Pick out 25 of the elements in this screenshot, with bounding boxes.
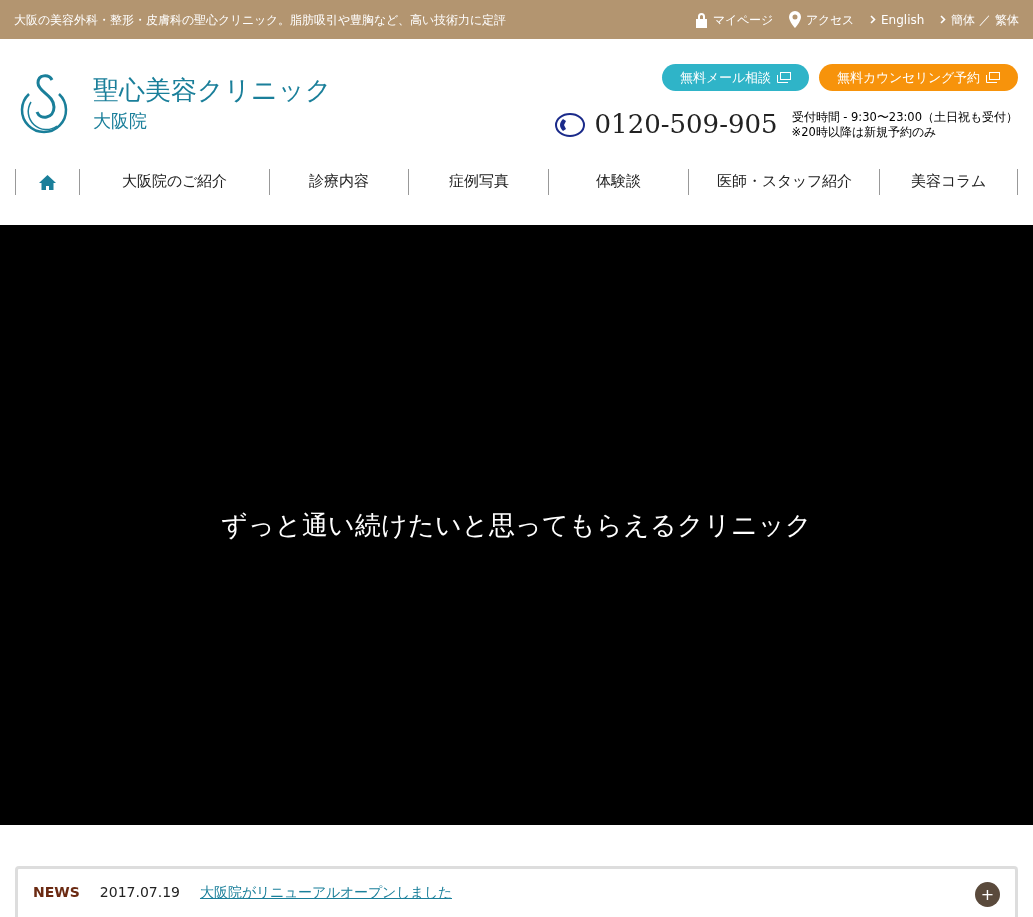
news-date: 2017.07.19 <box>99 883 180 902</box>
branch-name: 大阪院 <box>93 108 148 133</box>
chevron-right-icon <box>870 15 876 24</box>
nav-link[interactable]: 医師・スタッフ紹介 <box>716 171 852 193</box>
new-window-icon <box>777 72 791 83</box>
nav-link[interactable]: 大阪院のご紹介 <box>122 171 227 193</box>
tagline: 大阪の美容外科・整形・皮膚科の聖心クリニック。脂肪吸引や豊胸など、高い技術力に定評 <box>14 11 506 29</box>
reception-hours: 受付時間 - 9:30〜23:00（土日祝も受付） <box>791 109 1018 125</box>
chevron-right-icon <box>940 15 947 24</box>
location-pin-icon <box>789 11 801 28</box>
new-window-icon <box>986 72 1000 83</box>
hero-headline: ずっと通い続けたいと思ってもらえるクリニック <box>221 508 812 542</box>
phone-badge-icon <box>554 112 585 137</box>
nav-link[interactable]: 診療内容 <box>309 171 369 193</box>
clinic-name: 聖心美容クリニック <box>93 74 332 107</box>
lock-icon <box>695 11 708 28</box>
reservation-note: ※20時以降は新規予約のみ <box>791 124 937 140</box>
nav-link[interactable]: 症例写真 <box>448 171 509 193</box>
phone-number: 0120-509-905 <box>594 108 778 141</box>
nav-link[interactable]: 美容コラム <box>911 171 986 193</box>
news-label: NEWS <box>33 883 80 902</box>
nav-link[interactable]: 体験談 <box>596 171 641 193</box>
news-link[interactable]: 大阪院がリニューアルオープンしました <box>200 882 452 903</box>
expand-button[interactable]: + <box>975 882 1000 907</box>
home-icon[interactable] <box>39 174 56 190</box>
